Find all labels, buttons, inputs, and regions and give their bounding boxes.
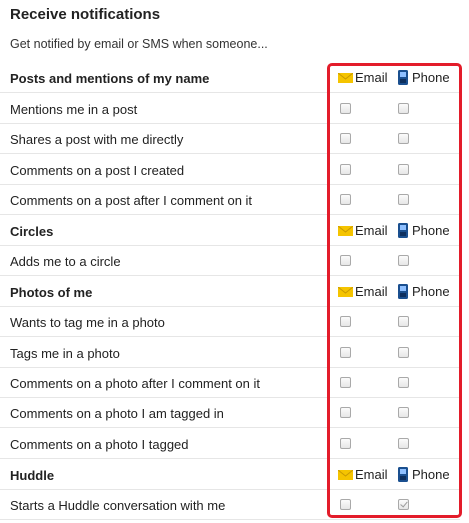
notification-label: Comments on a photo I tagged xyxy=(10,437,189,452)
notification-label: Starts a Huddle conversation with me xyxy=(10,498,226,513)
section-label: Circles xyxy=(10,224,54,239)
notification-label: Tags me in a photo xyxy=(10,346,120,361)
notification-label: Adds me to a circle xyxy=(10,254,121,269)
notification-label: Comments on a photo I am tagged in xyxy=(10,406,224,421)
page-title: Receive notifications xyxy=(10,6,161,23)
notification-label: Comments on a post after I comment on it xyxy=(10,193,253,208)
section-label: Posts and mentions of my name xyxy=(10,71,210,86)
notification-label: Comments on a photo after I comment on i… xyxy=(10,376,261,391)
notification-label: Mentions me in a post xyxy=(10,102,138,117)
highlight-box xyxy=(327,63,462,518)
page-subtitle: Get notified by email or SMS when someon… xyxy=(10,37,268,51)
section-label: Photos of me xyxy=(10,285,93,300)
section-label: Huddle xyxy=(10,468,55,483)
notification-label: Shares a post with me directly xyxy=(10,132,184,147)
notification-label: Comments on a post I created xyxy=(10,163,185,178)
notification-label: Wants to tag me in a photo xyxy=(10,315,165,330)
